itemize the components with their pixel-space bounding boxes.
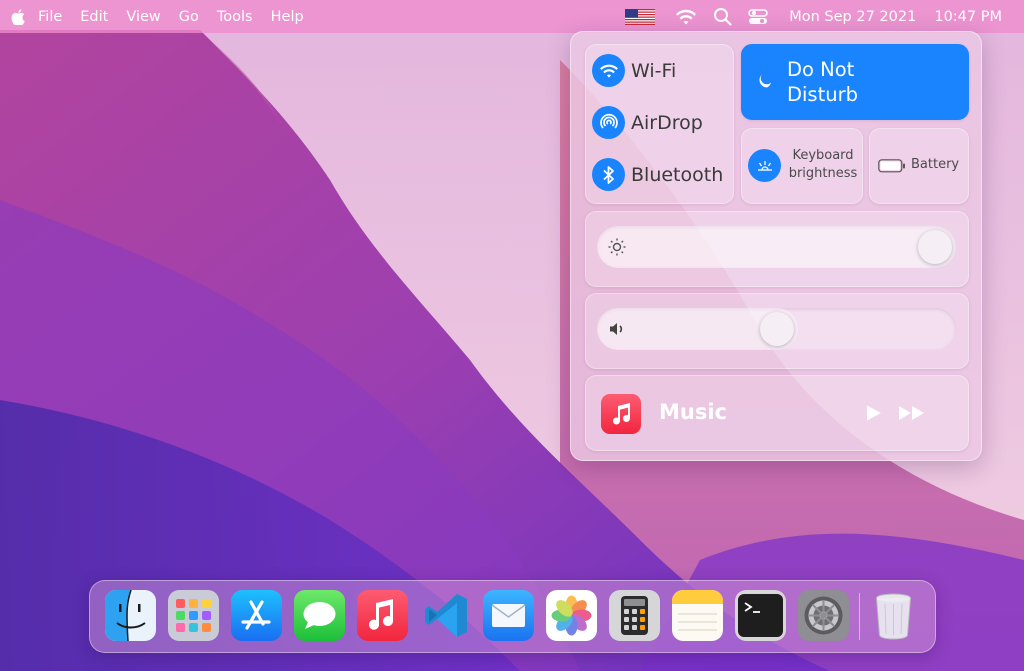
- mail-icon[interactable]: [483, 590, 534, 641]
- brightness-slider-knob[interactable]: [918, 230, 952, 264]
- airdrop-label: AirDrop: [631, 111, 703, 134]
- volume-slider-knob[interactable]: [759, 312, 794, 346]
- dnd-label-line1: Do Not: [787, 58, 855, 81]
- bluetooth-toggle[interactable]: Bluetooth: [592, 158, 723, 191]
- volume-slider[interactable]: [597, 308, 956, 350]
- speaker-icon: [607, 319, 627, 343]
- menu-file[interactable]: File: [38, 9, 62, 25]
- display-brightness-tile: [585, 211, 969, 287]
- dock: [89, 580, 936, 653]
- moon-icon: [754, 71, 774, 95]
- fast-forward-icon[interactable]: [897, 403, 929, 427]
- menu-bar: File Edit View Go Tools Help Mon Sep 27 …: [0, 0, 1024, 33]
- brightness-slider-fill: [597, 226, 956, 268]
- sound-volume-tile: [585, 293, 969, 369]
- menu-tools[interactable]: Tools: [217, 9, 253, 25]
- brightness-slider[interactable]: [597, 226, 956, 268]
- menu-view[interactable]: View: [126, 9, 160, 25]
- keyboard-brightness-label-line1: Keyboard: [792, 148, 854, 163]
- bluetooth-icon: [592, 158, 625, 191]
- notes-icon[interactable]: [672, 590, 723, 641]
- photos-icon[interactable]: [546, 590, 597, 641]
- airdrop-toggle[interactable]: AirDrop: [592, 106, 703, 139]
- wifi-icon[interactable]: [675, 6, 697, 28]
- battery-label: Battery: [911, 157, 960, 172]
- dock-separator: [859, 593, 860, 640]
- keyboard-brightness-label: Keyboard brightness: [784, 147, 862, 183]
- now-playing-tile[interactable]: Music: [585, 375, 969, 451]
- do-not-disturb-tile[interactable]: Do Not Disturb: [741, 44, 969, 120]
- sun-icon: [607, 237, 627, 261]
- app-store-icon[interactable]: [231, 590, 282, 641]
- music-label: Music: [659, 400, 727, 424]
- us-flag-icon[interactable]: [625, 8, 656, 25]
- control-center-panel: Wi-Fi AirDrop Bluetooth Do Not Disturb K…: [570, 31, 982, 461]
- keyboard-brightness-icon: [748, 149, 781, 182]
- play-icon[interactable]: [863, 403, 883, 427]
- bluetooth-label: Bluetooth: [631, 163, 724, 186]
- menubar-time[interactable]: 10:47 PM: [934, 9, 1002, 25]
- menu-help[interactable]: Help: [271, 9, 304, 25]
- wifi-toggle[interactable]: Wi-Fi: [592, 54, 676, 87]
- trash-icon[interactable]: [868, 590, 919, 641]
- music-app-icon[interactable]: [601, 394, 641, 434]
- dnd-label: Do Not Disturb: [787, 57, 858, 107]
- wifi-label: Wi-Fi: [631, 59, 677, 82]
- calculator-icon[interactable]: [609, 590, 660, 641]
- music-dock-icon[interactable]: [357, 590, 408, 641]
- wifi-icon: [592, 54, 625, 87]
- menubar-date[interactable]: Mon Sep 27 2021: [789, 9, 916, 25]
- battery-tile[interactable]: Battery: [869, 128, 969, 204]
- messages-icon[interactable]: [294, 590, 345, 641]
- apple-menu-icon[interactable]: [0, 0, 36, 33]
- finder-icon[interactable]: [105, 590, 156, 641]
- network-tile: Wi-Fi AirDrop Bluetooth: [585, 44, 734, 204]
- keyboard-brightness-tile[interactable]: Keyboard brightness: [741, 128, 863, 204]
- keyboard-brightness-label-line2: brightness: [788, 166, 858, 181]
- battery-icon: [878, 158, 906, 177]
- search-icon[interactable]: [711, 6, 733, 28]
- launchpad-icon[interactable]: [168, 590, 219, 641]
- dnd-label-line2: Disturb: [787, 83, 858, 106]
- control-center-icon[interactable]: [747, 6, 769, 28]
- airdrop-icon: [592, 106, 625, 139]
- menu-edit[interactable]: Edit: [80, 9, 108, 25]
- system-preferences-icon[interactable]: [798, 590, 849, 641]
- vs-code-icon[interactable]: [420, 590, 471, 641]
- menu-go[interactable]: Go: [179, 9, 199, 25]
- terminal-icon[interactable]: [735, 590, 786, 641]
